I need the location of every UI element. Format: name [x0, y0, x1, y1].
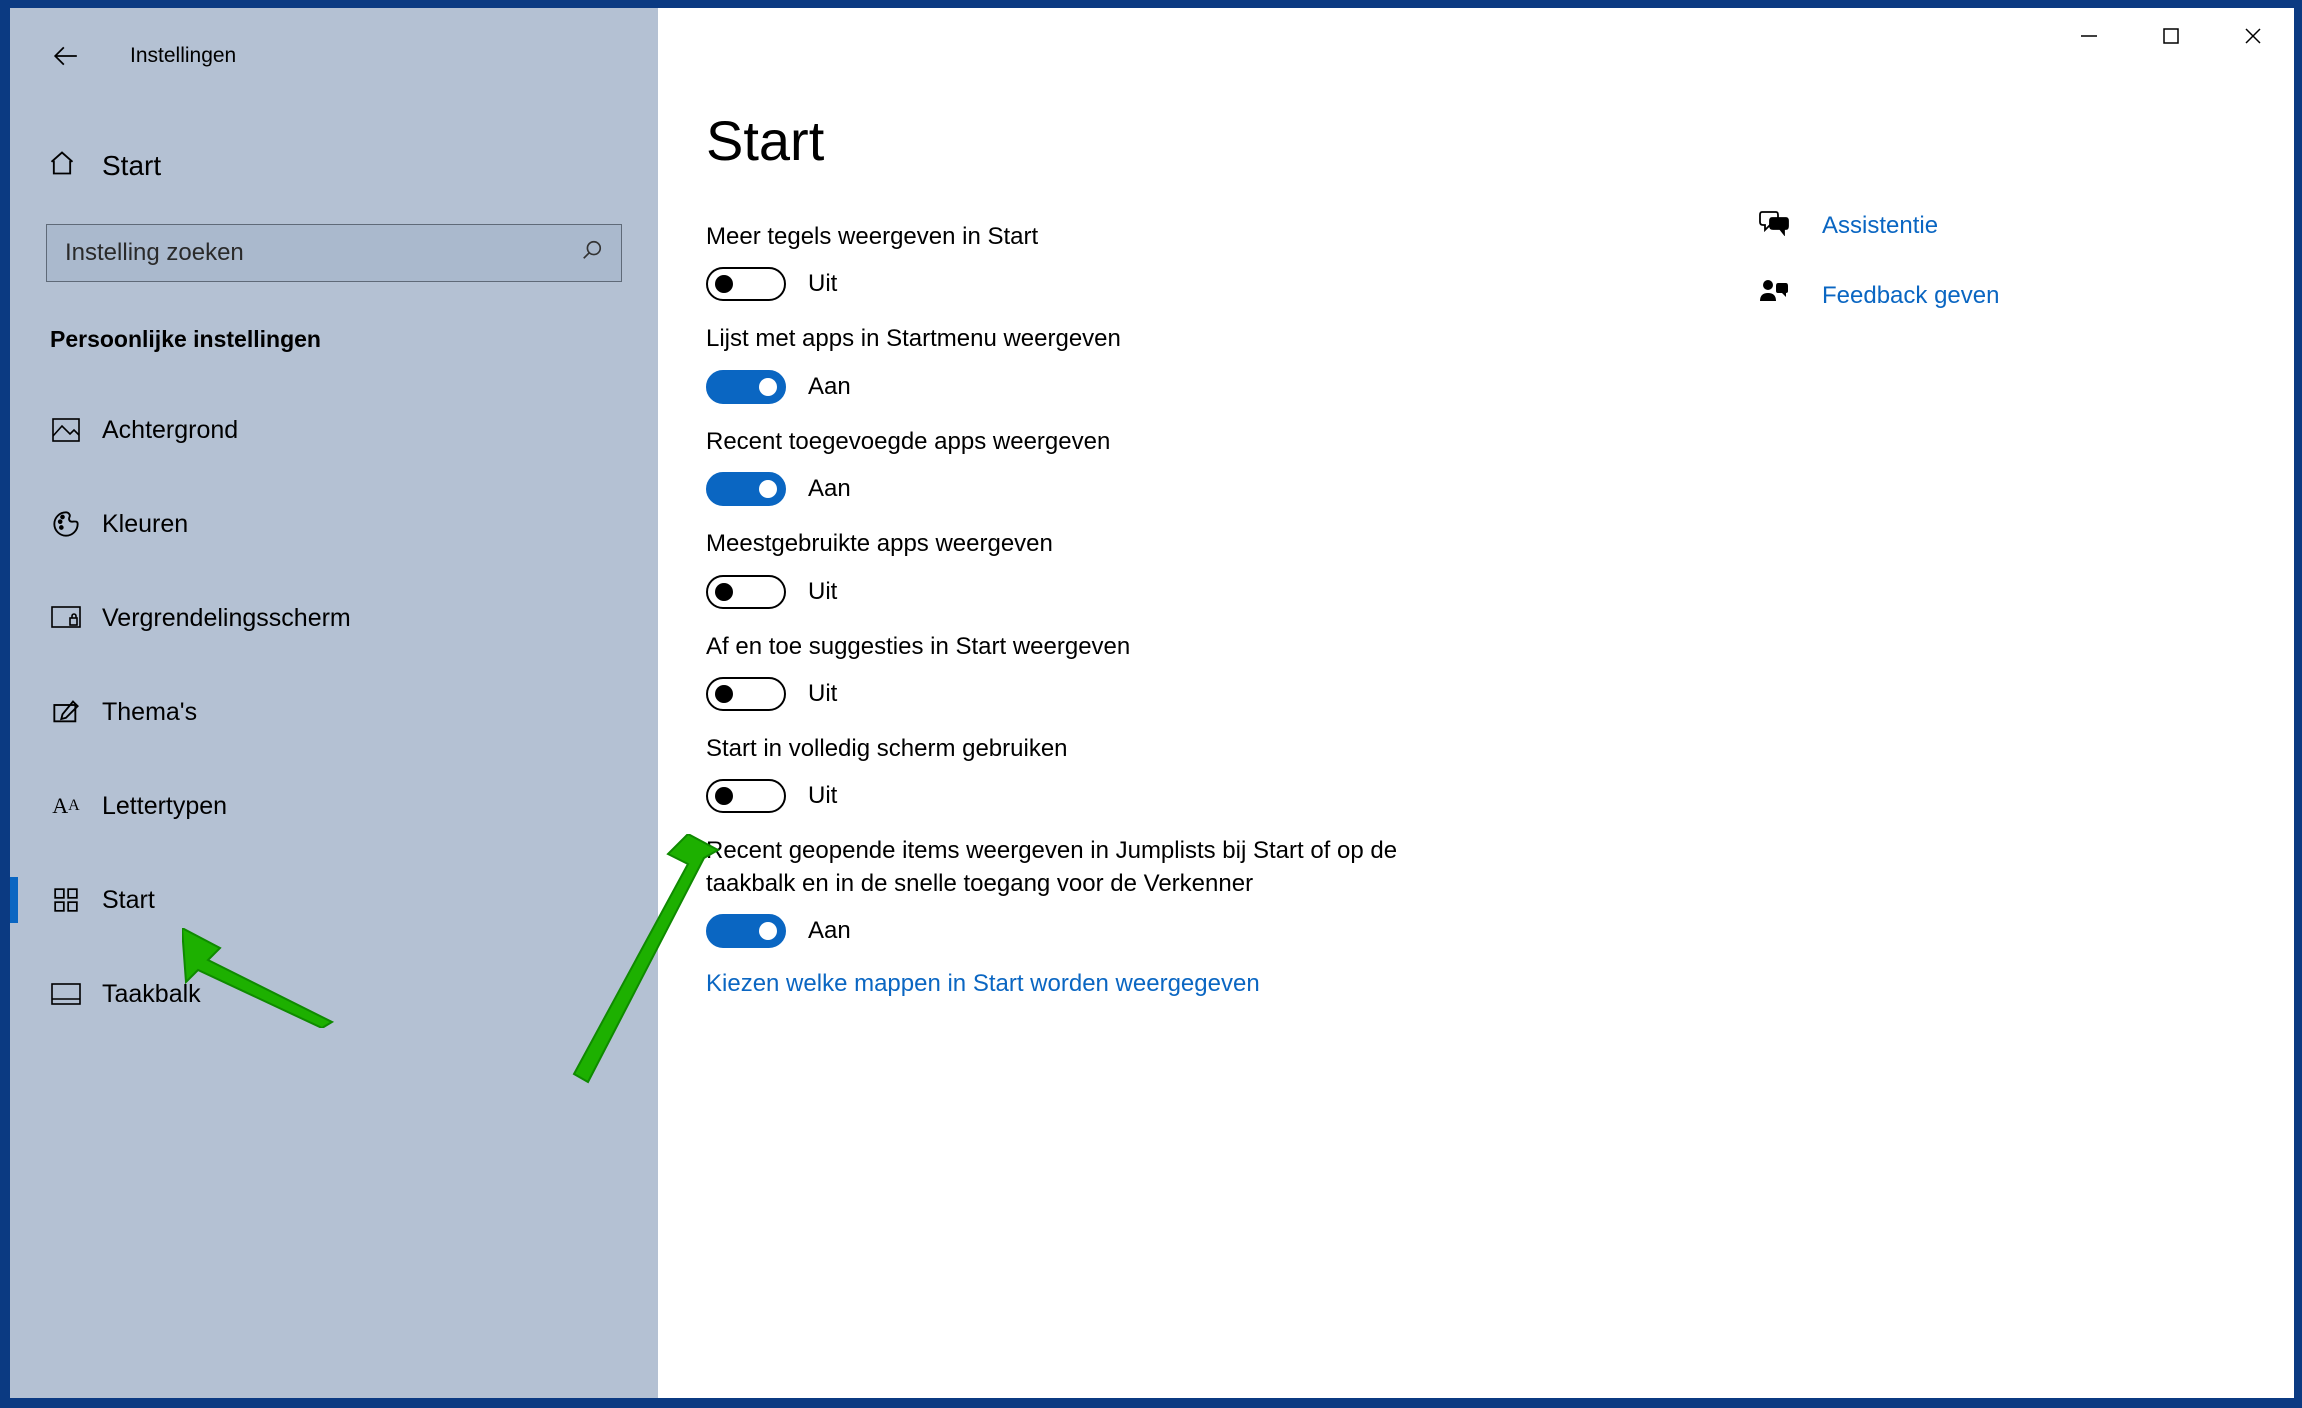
- sidebar-item-lockscreen[interactable]: Vergrendelingsscherm: [10, 571, 658, 665]
- sidebar-item-start[interactable]: Start: [10, 853, 658, 947]
- home-label: Start: [102, 150, 161, 182]
- assistance-label: Assistentie: [1822, 212, 1938, 240]
- toggle-app-list[interactable]: [706, 370, 786, 404]
- start-icon: [48, 887, 84, 913]
- page-title: Start: [706, 108, 1718, 173]
- sidebar-item-label: Thema's: [102, 698, 197, 727]
- sidebar-item-colors[interactable]: Kleuren: [10, 477, 658, 571]
- back-button[interactable]: [46, 36, 86, 76]
- toggle-state: Uit: [808, 680, 837, 708]
- image-icon: [48, 418, 84, 442]
- category-label: Persoonlijke instellingen: [10, 326, 658, 353]
- feedback-link[interactable]: Feedback geven: [1758, 277, 1999, 314]
- window-controls: [2048, 8, 2294, 64]
- nav-list: Achtergrond Kleuren Vergrendelingsscherm…: [10, 383, 658, 1041]
- setting-label: Af en toe suggesties in Start weergeven: [706, 631, 1486, 663]
- toggle-state: Uit: [808, 782, 837, 810]
- settings-window: Instellingen Start Persoonlijke instelli…: [8, 6, 2296, 1400]
- lockscreen-icon: [48, 606, 84, 630]
- toggle-state: Aan: [808, 373, 851, 401]
- sidebar: Instellingen Start Persoonlijke instelli…: [10, 8, 658, 1398]
- content-area: Start Meer tegels weergeven in Start Uit…: [658, 8, 1718, 1398]
- sidebar-item-label: Achtergrond: [102, 416, 238, 445]
- help-column: Assistentie Feedback geven: [1718, 8, 1999, 1398]
- setting-label: Start in volledig scherm gebruiken: [706, 733, 1486, 765]
- toggle-suggestions[interactable]: [706, 677, 786, 711]
- toggle-state: Uit: [808, 270, 837, 298]
- sidebar-item-taskbar[interactable]: Taakbalk: [10, 947, 658, 1041]
- toggle-state: Aan: [808, 475, 851, 503]
- setting-suggestions: Af en toe suggesties in Start weergeven …: [706, 631, 1486, 711]
- sidebar-item-themes[interactable]: Thema's: [10, 665, 658, 759]
- sidebar-item-label: Kleuren: [102, 510, 188, 539]
- assistance-icon: [1758, 208, 1794, 243]
- home-icon: [48, 149, 84, 184]
- toggle-jumplists[interactable]: [706, 914, 786, 948]
- setting-fullscreen: Start in volledig scherm gebruiken Uit: [706, 733, 1486, 813]
- sidebar-item-label: Taakbalk: [102, 980, 201, 1009]
- setting-recently-added: Recent toegevoegde apps weergeven Aan: [706, 426, 1486, 506]
- setting-label: Recent geopende items weergeven in Jumpl…: [706, 835, 1486, 900]
- toggle-fullscreen[interactable]: [706, 779, 786, 813]
- setting-label: Recent toegevoegde apps weergeven: [706, 426, 1486, 458]
- search-field[interactable]: [65, 239, 581, 267]
- toggle-state: Uit: [808, 578, 837, 606]
- themes-icon: [48, 698, 84, 726]
- choose-folders-link[interactable]: Kiezen welke mappen in Start worden weer…: [706, 970, 1718, 998]
- palette-icon: [48, 510, 84, 538]
- setting-label: Meer tegels weergeven in Start: [706, 221, 1486, 253]
- close-button[interactable]: [2212, 8, 2294, 64]
- app-title: Instellingen: [130, 44, 236, 68]
- taskbar-icon: [48, 983, 84, 1005]
- sidebar-item-label: Start: [102, 886, 155, 915]
- setting-jumplists: Recent geopende items weergeven in Jumpl…: [706, 835, 1486, 948]
- main-panel: Start Meer tegels weergeven in Start Uit…: [658, 8, 2294, 1398]
- setting-most-used: Meestgebruikte apps weergeven Uit: [706, 528, 1486, 608]
- search-input[interactable]: [46, 224, 622, 282]
- sidebar-item-fonts[interactable]: AA Lettertypen: [10, 759, 658, 853]
- assistance-link[interactable]: Assistentie: [1758, 208, 1999, 243]
- search-icon: [581, 239, 603, 267]
- sidebar-item-label: Lettertypen: [102, 792, 227, 821]
- fonts-icon: AA: [48, 793, 84, 819]
- feedback-icon: [1758, 277, 1794, 314]
- maximize-button[interactable]: [2130, 8, 2212, 64]
- feedback-label: Feedback geven: [1822, 282, 1999, 310]
- minimize-button[interactable]: [2048, 8, 2130, 64]
- toggle-recently-added[interactable]: [706, 472, 786, 506]
- toggle-state: Aan: [808, 917, 851, 945]
- setting-app-list: Lijst met apps in Startmenu weergeven Aa…: [706, 323, 1486, 403]
- home-button[interactable]: Start: [10, 126, 658, 206]
- setting-label: Lijst met apps in Startmenu weergeven: [706, 323, 1486, 355]
- setting-label: Meestgebruikte apps weergeven: [706, 528, 1486, 560]
- setting-more-tiles: Meer tegels weergeven in Start Uit: [706, 221, 1486, 301]
- toggle-most-used[interactable]: [706, 575, 786, 609]
- toggle-more-tiles[interactable]: [706, 267, 786, 301]
- sidebar-item-label: Vergrendelingsscherm: [102, 604, 351, 633]
- sidebar-item-background[interactable]: Achtergrond: [10, 383, 658, 477]
